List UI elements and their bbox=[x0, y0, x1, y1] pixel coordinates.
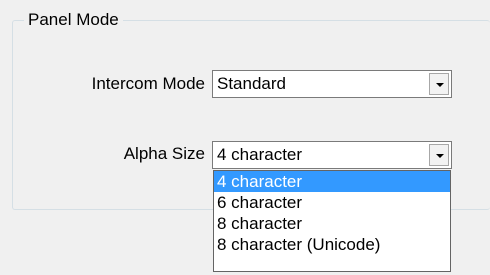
alpha-size-label: Alpha Size bbox=[123, 144, 205, 163]
dropdown-option[interactable]: 8 character (Unicode) bbox=[214, 234, 450, 255]
alpha-size-dropdown-list: 4 character 6 character 8 character 8 ch… bbox=[213, 170, 451, 272]
alpha-size-combobox[interactable]: 4 character bbox=[212, 141, 452, 169]
panel-mode-title: Panel Mode bbox=[24, 9, 123, 31]
dropdown-option[interactable]: 4 character bbox=[214, 171, 450, 192]
alpha-size-value: 4 character bbox=[217, 145, 303, 164]
intercom-mode-combobox[interactable]: Standard bbox=[212, 70, 452, 98]
chevron-down-icon bbox=[436, 83, 444, 87]
intercom-mode-value: Standard bbox=[217, 74, 286, 93]
chevron-down-icon bbox=[436, 154, 444, 158]
alpha-size-dropdown-button[interactable] bbox=[429, 144, 449, 166]
dropdown-option[interactable]: 6 character bbox=[214, 192, 450, 213]
intercom-mode-label: Intercom Mode bbox=[91, 74, 205, 93]
dropdown-option[interactable]: 8 character bbox=[214, 213, 450, 234]
intercom-mode-dropdown-button[interactable] bbox=[429, 73, 449, 95]
